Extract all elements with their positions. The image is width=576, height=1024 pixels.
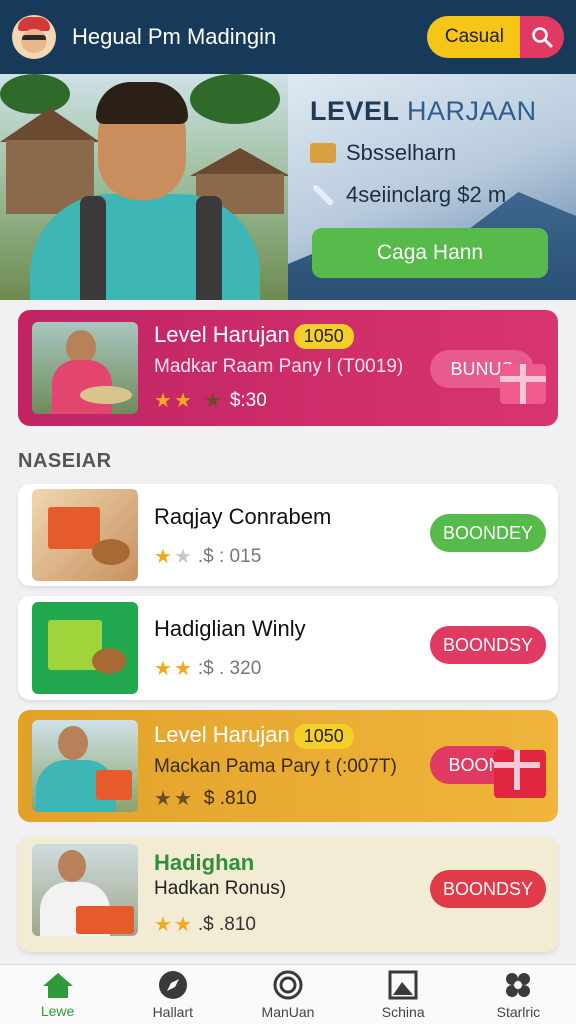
featured-title: Level Harujan 1050: [154, 322, 354, 349]
item-thumbnail: [32, 844, 138, 936]
gift-icon: [500, 364, 546, 404]
bottom-navigation: Lewe Hallart ManUan Schina Starlric: [0, 964, 576, 1024]
star-icon: ★: [173, 788, 192, 810]
wrench-icon: [310, 182, 336, 208]
hero-cta-button[interactable]: Caga Hann: [312, 228, 548, 278]
app-title: Hegual Pm Madingin: [72, 24, 277, 49]
list-item[interactable]: Raqjay Conrabem ★ ★ .$ : 015 BOONDEY: [18, 484, 558, 586]
featured-rating: ★ ★ ★ $:30: [154, 389, 267, 413]
compass-icon: [158, 970, 187, 999]
star-icon: ★: [154, 658, 172, 680]
target-icon: [273, 970, 303, 999]
hero-feature-1: Sbsselharn: [310, 140, 456, 166]
star-icon: ★: [173, 390, 192, 412]
item-rating: ★ ★ .$ : 015: [154, 545, 262, 569]
top-app-bar: Hegual Pm Madingin Casual: [0, 0, 576, 74]
promo-card[interactable]: Level Harujan 1050 Mackan Pama Pary t (:0…: [18, 710, 558, 822]
list-item[interactable]: Hadiglian Winly ★ ★ :$ . 320 BOONDSY: [18, 596, 558, 700]
settings-icon: [506, 972, 531, 997]
item-rating: ★ ★ .$ .810: [154, 913, 256, 937]
nav-item-home[interactable]: Lewe: [0, 965, 115, 1024]
item-thumbnail: [32, 602, 138, 694]
featured-level-badge: 1050: [293, 323, 354, 349]
item-thumbnail: [32, 489, 138, 581]
hero-banner: LEVEL HARJAAN Sbsselharn 4seiinclarg $2 …: [0, 74, 576, 300]
item-buy-button[interactable]: BOONDSY: [430, 626, 546, 664]
item-buy-button[interactable]: BOONDEY: [430, 514, 546, 552]
item-subtitle: Hadkan Ronus): [154, 878, 287, 899]
item-buy-button[interactable]: BOONDSY: [430, 870, 546, 908]
search-button[interactable]: [520, 16, 564, 58]
featured-card[interactable]: Level Harujan 1050 Madkar Raam Pany l (T0…: [18, 310, 558, 426]
star-icon: ★: [154, 914, 172, 936]
hero-info-panel: LEVEL HARJAAN Sbsselharn 4seiinclarg $2 …: [288, 74, 576, 300]
casual-mode-button[interactable]: Casual: [426, 16, 520, 58]
promo-thumbnail: [32, 720, 138, 812]
home-icon: [42, 972, 73, 998]
section-heading: NASEIAR: [18, 450, 112, 472]
item-rating: ★ ★ :$ . 320: [154, 657, 262, 681]
nav-item-schina[interactable]: Schina: [346, 965, 461, 1024]
featured-thumbnail: [32, 322, 138, 414]
nav-item-manuan[interactable]: ManUan: [230, 965, 345, 1024]
item-title: Raqjay Conrabem: [154, 504, 332, 529]
featured-subtitle: Madkar Raam Pany l (T0019): [154, 356, 404, 377]
gallery-icon: [388, 970, 418, 999]
search-icon: [532, 27, 553, 48]
hero-level-title: LEVEL HARJAAN: [310, 96, 537, 126]
star-icon: ★: [203, 390, 222, 412]
promo-rating: ★ ★ $ .810: [154, 787, 257, 811]
hero-feature-2: 4seiinclarg $2 m: [310, 182, 506, 208]
promo-title: Level Harujan 1050: [154, 722, 354, 749]
nav-item-starlric[interactable]: Starlric: [461, 965, 576, 1024]
gift-icon: [494, 750, 546, 798]
hero-photo: [0, 74, 288, 300]
promo-level-badge: 1050: [293, 723, 354, 749]
star-icon: ★: [173, 546, 192, 568]
nav-item-hallart[interactable]: Hallart: [115, 965, 230, 1024]
star-icon: ★: [173, 658, 192, 680]
star-icon: ★: [173, 914, 192, 936]
item-title: Hadighan: [154, 850, 255, 875]
list-item[interactable]: Hadighan Hadkan Ronus) ★ ★ .$ .810 BOOND…: [18, 836, 558, 952]
star-icon: ★: [154, 546, 172, 568]
promo-subtitle: Mackan Pama Pary t (:007T): [154, 756, 397, 777]
package-icon: [310, 143, 336, 163]
star-icon: ★: [154, 788, 172, 810]
app-logo[interactable]: [12, 15, 56, 59]
item-title: Hadiglian Winly: [154, 616, 306, 641]
star-icon: ★: [154, 390, 172, 412]
